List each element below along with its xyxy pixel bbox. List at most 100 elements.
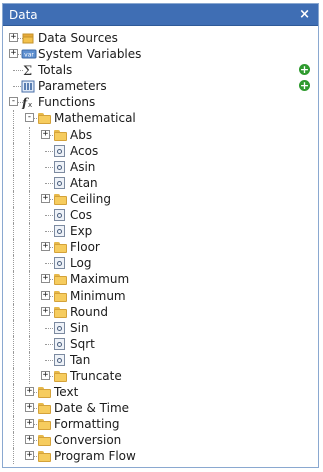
- tree-node-label: Abs: [70, 127, 93, 142]
- tree-node-floor[interactable]: + Floor: [3, 239, 318, 256]
- tree-node-label: Floor: [70, 240, 100, 255]
- function-item-icon: [53, 321, 67, 335]
- expand-icon[interactable]: +: [41, 370, 50, 380]
- tree-node-label: Truncate: [70, 368, 122, 383]
- expand-icon[interactable]: +: [25, 403, 34, 413]
- tree-guide-line: [13, 448, 14, 465]
- tree-node-label: Program Flow: [54, 449, 136, 464]
- tree-node-date-and-time[interactable]: + Date & Time: [3, 400, 318, 417]
- tree-node-label: Minimum: [70, 288, 126, 303]
- expand-icon[interactable]: +: [25, 451, 34, 461]
- tree-guide-line: [13, 416, 14, 433]
- tree-node-tan[interactable]: Tan: [3, 351, 318, 368]
- tree-node-label: Round: [70, 304, 108, 319]
- tree-node-acos[interactable]: Acos: [3, 142, 318, 159]
- function-item-icon: [53, 337, 67, 351]
- tree-node-formatting[interactable]: + Formatting: [3, 416, 318, 433]
- tree-node-label: Tan: [70, 352, 91, 367]
- tree-guide-line: [13, 335, 14, 352]
- tree-node-system-variables[interactable]: + var System Variables: [3, 46, 318, 62]
- function-item-icon: [53, 176, 67, 190]
- expand-icon[interactable]: +: [41, 306, 50, 316]
- expand-icon[interactable]: +: [41, 290, 50, 300]
- tree-node-label: Ceiling: [70, 191, 111, 206]
- tree-node-truncate[interactable]: + Truncate: [3, 367, 318, 384]
- tree-guide-line: [29, 142, 30, 159]
- tree-node-label: Totals: [38, 63, 73, 78]
- function-item-icon: [53, 208, 67, 222]
- expand-icon[interactable]: +: [9, 33, 18, 42]
- tree-guide-line: [29, 158, 30, 175]
- tree-guide-line: [29, 207, 30, 224]
- expand-icon[interactable]: +: [41, 274, 50, 284]
- panel-title: Data: [9, 7, 38, 22]
- collapse-icon[interactable]: -: [9, 97, 18, 107]
- tree-node-functions[interactable]: - f x Functions: [3, 94, 318, 110]
- close-icon[interactable]: ×: [299, 8, 310, 21]
- function-item-icon: [53, 160, 67, 174]
- tree-node-label: Mathematical: [54, 111, 136, 126]
- expand-icon[interactable]: +: [25, 419, 34, 429]
- expand-icon[interactable]: +: [41, 242, 50, 252]
- tree-node-exp[interactable]: Exp: [3, 223, 318, 240]
- tree-node-asin[interactable]: Asin: [3, 158, 318, 175]
- add-icon[interactable]: +: [299, 80, 310, 92]
- expand-icon[interactable]: +: [9, 49, 18, 59]
- expand-icon[interactable]: +: [41, 129, 50, 139]
- tree-node-ceiling[interactable]: + Ceiling: [3, 190, 318, 207]
- expand-icon[interactable]: +: [25, 435, 34, 445]
- tree-node-label: Exp: [70, 224, 93, 239]
- tree-node-maximum[interactable]: + Maximum: [3, 271, 318, 288]
- tree-node-sin[interactable]: Sin: [3, 319, 318, 336]
- tree-node-label: Asin: [70, 159, 96, 174]
- tree-guide-line: [13, 223, 14, 240]
- tree-node-log[interactable]: Log: [3, 255, 318, 272]
- folder-icon: [53, 369, 67, 383]
- tree-node-abs[interactable]: + Abs: [3, 126, 318, 143]
- tree-node-label: Sin: [70, 320, 89, 335]
- tree-node-label: Sqrt: [70, 336, 95, 351]
- tree-node-parameters[interactable]: Parameters +: [3, 78, 318, 94]
- tree-guide-line: [13, 287, 14, 304]
- tree-node-conversion[interactable]: + Conversion: [3, 432, 318, 449]
- tree-node-label: Log: [70, 256, 92, 271]
- tree-guide-line: [13, 303, 14, 320]
- tree-node-label: Date & Time: [54, 401, 130, 416]
- variable-icon: var: [21, 47, 37, 61]
- folder-icon: [53, 128, 67, 142]
- tree-guide-line: [13, 158, 14, 175]
- tree-node-totals[interactable]: Σ Totals +: [3, 62, 318, 79]
- tree-guide-line: [13, 190, 14, 207]
- tree-guide-line: [29, 367, 30, 384]
- tree-guide-line: [13, 110, 14, 127]
- data-tree: + Data Sources + var System Variables Σ Totals…: [3, 26, 318, 465]
- tree-node-mathematical[interactable]: - Mathematical: [3, 110, 318, 127]
- tree-node-sqrt[interactable]: Sqrt: [3, 335, 318, 352]
- tree-node-label: Formatting: [54, 417, 120, 432]
- tree-node-atan[interactable]: Atan: [3, 174, 318, 191]
- tree-node-data-sources[interactable]: + Data Sources: [3, 30, 318, 46]
- folder-icon: [37, 433, 51, 447]
- tree-node-label: Atan: [70, 175, 98, 190]
- expand-icon[interactable]: +: [41, 193, 50, 203]
- folder-icon: [53, 240, 67, 254]
- expand-icon[interactable]: +: [25, 387, 34, 397]
- tree-node-label: Parameters: [38, 79, 107, 94]
- collapse-icon[interactable]: -: [25, 113, 34, 123]
- tree-node-cos[interactable]: Cos: [3, 207, 318, 224]
- tree-node-minimum[interactable]: + Minimum: [3, 287, 318, 304]
- sigma-icon: Σ: [21, 63, 35, 79]
- tree-guide-line: [13, 400, 14, 417]
- tree-node-text[interactable]: + Text: [3, 384, 318, 401]
- tree-guide-line: [29, 255, 30, 272]
- tree-node-program-flow[interactable]: + Program Flow: [3, 448, 318, 465]
- tree-node-round[interactable]: + Round: [3, 303, 318, 320]
- tree-guide-line: [13, 255, 14, 272]
- tree-node-label: System Variables: [38, 47, 142, 62]
- folder-icon: [37, 385, 51, 399]
- tree-guide-line: [13, 271, 14, 288]
- svg-text:Σ: Σ: [23, 64, 32, 77]
- tree-guide-line: [13, 351, 14, 368]
- add-icon[interactable]: +: [299, 64, 310, 76]
- datasource-icon: [21, 31, 35, 45]
